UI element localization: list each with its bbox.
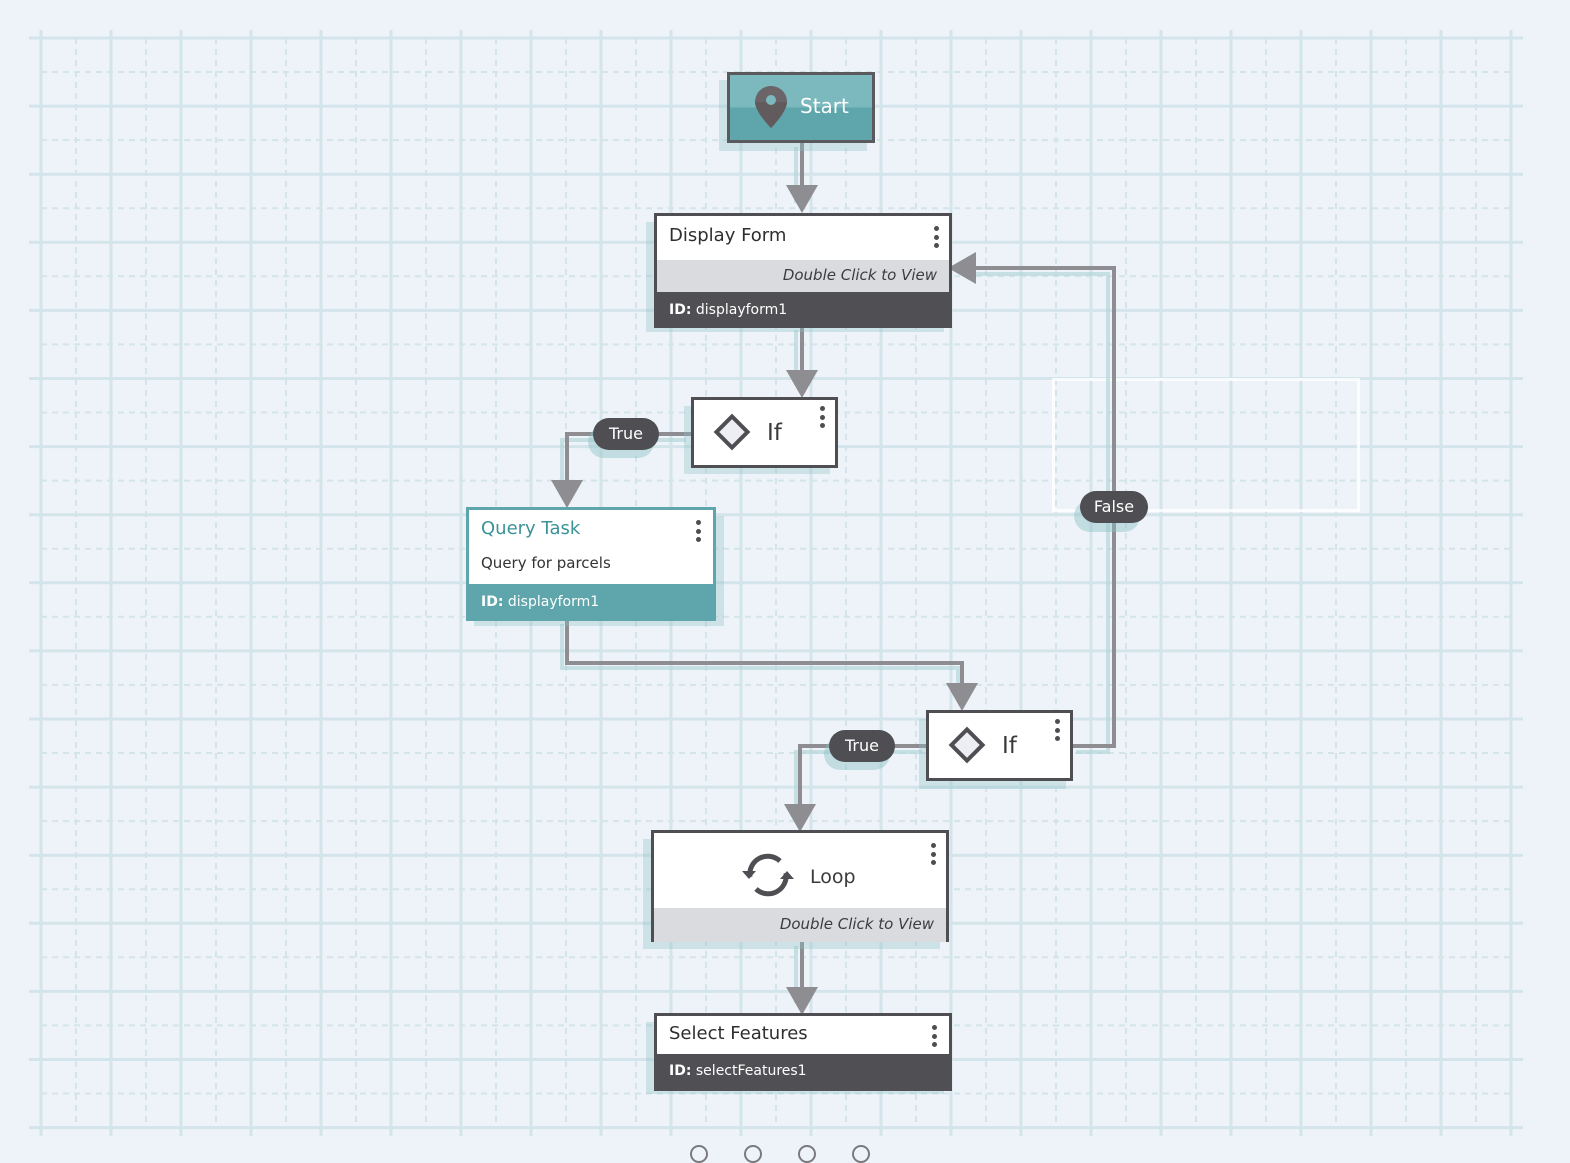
if-node-1[interactable]: If bbox=[691, 397, 838, 468]
kebab-menu-icon[interactable] bbox=[819, 406, 825, 428]
kebab-menu-icon[interactable] bbox=[933, 226, 939, 248]
kebab-menu-icon[interactable] bbox=[930, 843, 936, 865]
display-form-node[interactable]: Display Form Double Click to View ID: di… bbox=[654, 213, 952, 328]
node-subtitle: Double Click to View bbox=[654, 908, 946, 942]
diamond-icon bbox=[948, 726, 986, 764]
id-value: displayform1 bbox=[507, 594, 600, 610]
dot[interactable] bbox=[798, 1145, 816, 1163]
node-description: Query for parcels bbox=[481, 554, 611, 572]
edge-label-true-2[interactable]: True bbox=[829, 730, 895, 762]
loop-node[interactable]: Loop Double Click to View bbox=[651, 830, 949, 942]
diamond-icon bbox=[713, 413, 751, 451]
node-id-footer: ID: selectFeatures1 bbox=[654, 1054, 952, 1091]
start-node[interactable]: Start bbox=[727, 72, 875, 143]
if-label: If bbox=[767, 420, 782, 446]
node-title: Query Task bbox=[481, 518, 581, 539]
id-value: selectFeatures1 bbox=[695, 1063, 807, 1079]
id-label: ID: bbox=[669, 302, 692, 318]
workflow-canvas[interactable]: Start Display Form Double Click to View … bbox=[0, 0, 1570, 1163]
arrowhead bbox=[948, 252, 976, 284]
node-id-footer: ID: displayform1 bbox=[654, 292, 952, 328]
arrowhead bbox=[786, 987, 818, 1015]
if-node-2[interactable]: If bbox=[926, 710, 1073, 781]
loop-label: Loop bbox=[810, 866, 856, 888]
arrowhead bbox=[551, 480, 583, 508]
node-title: Select Features bbox=[669, 1023, 808, 1044]
loop-arrows-icon bbox=[742, 853, 794, 897]
arrowhead bbox=[786, 185, 818, 213]
arrowhead bbox=[784, 804, 816, 832]
dot[interactable] bbox=[744, 1145, 762, 1163]
dot[interactable] bbox=[852, 1145, 870, 1163]
id-label: ID: bbox=[669, 1063, 692, 1079]
map-pin-icon bbox=[755, 86, 787, 128]
kebab-menu-icon[interactable] bbox=[695, 520, 701, 542]
edge-label-false[interactable]: False bbox=[1080, 491, 1148, 523]
start-label: Start bbox=[800, 94, 849, 118]
pagination-dots[interactable] bbox=[690, 1145, 870, 1163]
edge-label-true-1[interactable]: True bbox=[593, 418, 659, 450]
if-label: If bbox=[1002, 733, 1017, 759]
dot[interactable] bbox=[690, 1145, 708, 1163]
node-title: Display Form bbox=[669, 225, 787, 246]
connector-querytask-to-if2[interactable] bbox=[565, 618, 964, 688]
kebab-menu-icon[interactable] bbox=[931, 1025, 937, 1047]
arrowhead bbox=[946, 683, 978, 711]
select-features-node[interactable]: Select Features ID: selectFeatures1 bbox=[654, 1013, 952, 1091]
arrowhead bbox=[786, 370, 818, 398]
id-label: ID: bbox=[481, 594, 504, 610]
id-value: displayform1 bbox=[695, 302, 788, 318]
kebab-menu-icon[interactable] bbox=[1054, 719, 1060, 741]
node-subtitle: Double Click to View bbox=[657, 260, 949, 292]
node-id-footer: ID: displayform1 bbox=[466, 584, 716, 621]
query-task-node[interactable]: Query Task Query for parcels ID: display… bbox=[466, 507, 716, 621]
connectors-layer bbox=[551, 143, 1116, 1015]
